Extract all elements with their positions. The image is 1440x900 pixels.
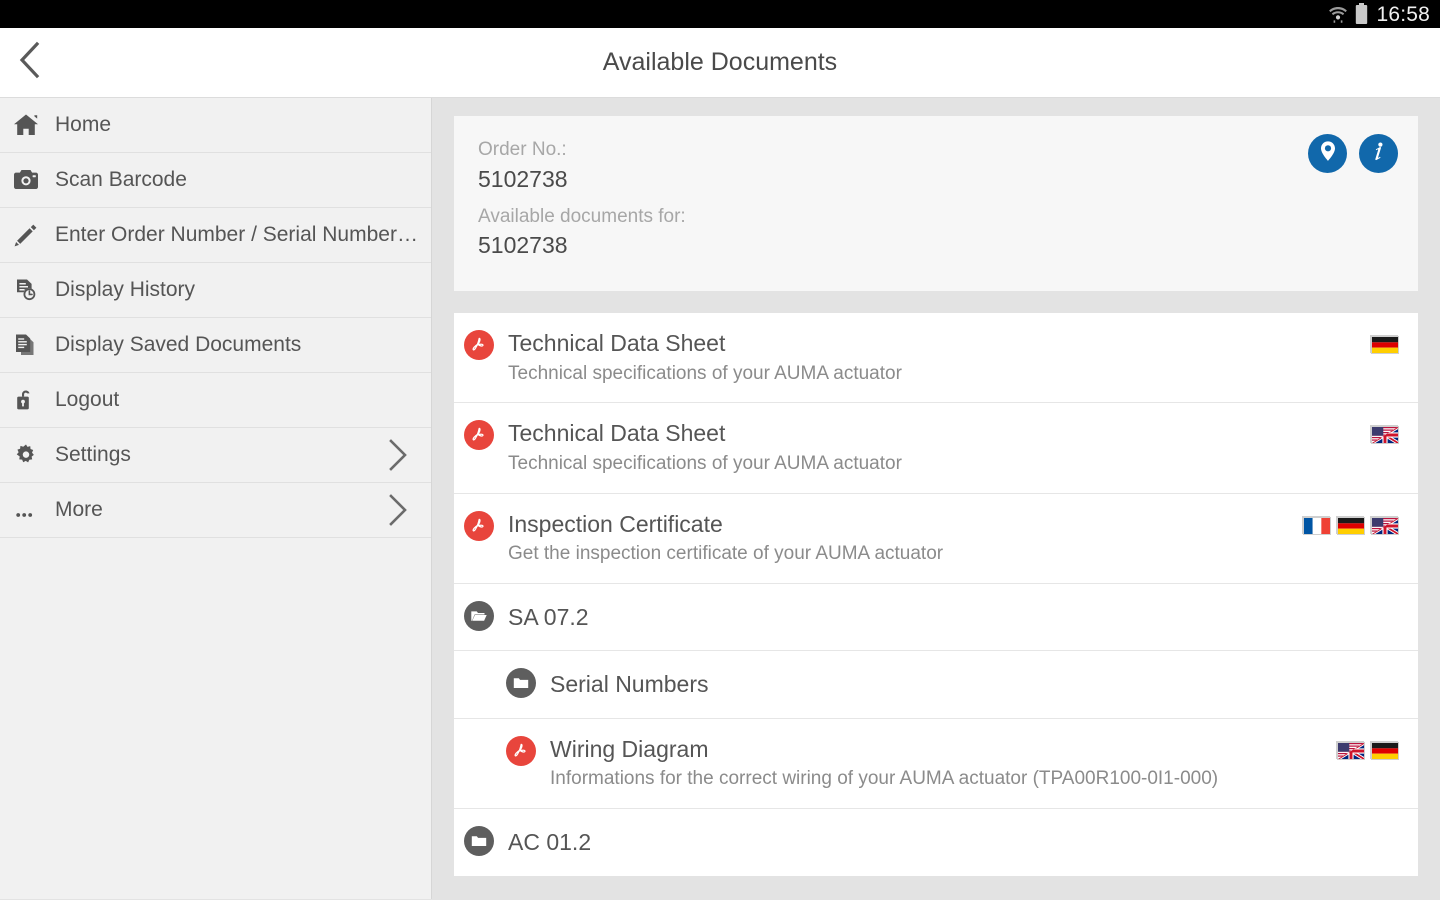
document-subtitle: Technical specifications of your AUMA ac… [508, 362, 902, 384]
document-text: Technical Data Sheet Technical specifica… [508, 419, 1358, 476]
flag-en-icon[interactable] [1370, 425, 1399, 445]
language-flags[interactable] [1370, 419, 1399, 445]
gear-icon [13, 443, 55, 467]
sidebar-item-label: Settings [55, 443, 131, 466]
document-row-wiring-diagram[interactable]: Wiring Diagram Informations for the corr… [454, 719, 1418, 809]
sidebar-item-display-saved-documents[interactable]: Display Saved Documents [0, 318, 431, 373]
document-title: Technical Data Sheet [508, 330, 726, 357]
folder-row-serial-numbers[interactable]: Serial Numbers [454, 651, 1418, 719]
flag-fr-icon[interactable] [1302, 515, 1331, 535]
folder-icon [464, 825, 508, 856]
sidebar-item-scan-barcode[interactable]: Scan Barcode [0, 153, 431, 208]
order-info-card: Order No.: 5102738 Available documents f… [454, 116, 1418, 292]
app-header: Available Documents [0, 28, 1440, 98]
document-text: Technical Data Sheet Technical specifica… [508, 329, 1358, 386]
info-button[interactable] [1359, 134, 1398, 173]
flag-en-icon[interactable] [1336, 740, 1365, 760]
pdf-icon [464, 419, 508, 451]
document-title: Technical Data Sheet [508, 420, 726, 447]
flag-de-icon[interactable] [1336, 515, 1365, 535]
folder-row-sa-07-2[interactable]: SA 07.2 [454, 584, 1418, 652]
sidebar: Home Scan Barcode Enter Order Number / S… [0, 98, 432, 899]
language-flags[interactable] [1302, 510, 1399, 535]
available-documents-value: 5102738 [478, 232, 568, 259]
location-pin-icon [1317, 139, 1339, 168]
chevron-right-icon [387, 493, 417, 527]
document-title: Serial Numbers [550, 671, 709, 698]
sidebar-item-label: Enter Order Number / Serial Number… [55, 223, 417, 246]
document-text: Serial Numbers [550, 667, 1398, 702]
document-clock-icon [13, 278, 55, 302]
document-title: Wiring Diagram [550, 735, 709, 762]
documents-stack-icon [13, 333, 55, 357]
order-no-label: Order No.: [478, 139, 567, 160]
document-text: SA 07.2 [508, 600, 1398, 635]
card-action-buttons [1308, 134, 1398, 173]
document-subtitle: Get the inspection certificate of your A… [508, 543, 944, 565]
pdf-icon [506, 735, 550, 766]
main-panel: Order No.: 5102738 Available documents f… [432, 98, 1440, 899]
sidebar-item-settings[interactable]: Settings [0, 428, 431, 483]
pdf-icon [464, 510, 508, 541]
back-button[interactable] [0, 28, 60, 98]
language-flags[interactable] [1336, 735, 1399, 760]
document-subtitle: Technical specifications of your AUMA ac… [508, 452, 902, 474]
document-row-inspection-certificate[interactable]: Inspection Certificate Get the inspectio… [454, 494, 1418, 584]
sidebar-item-label: Scan Barcode [55, 168, 187, 191]
chevron-left-icon [18, 41, 42, 84]
document-text: Inspection Certificate Get the inspectio… [508, 510, 1290, 567]
camera-icon [13, 168, 55, 192]
document-text: Wiring Diagram Informations for the corr… [550, 735, 1324, 792]
sidebar-item-logout[interactable]: Logout [0, 373, 431, 428]
location-button[interactable] [1308, 134, 1347, 173]
document-title: Inspection Certificate [508, 510, 723, 537]
available-documents-label: Available documents for: [478, 205, 686, 227]
sidebar-item-label: Display Saved Documents [55, 333, 302, 356]
folder-open-icon [464, 600, 508, 631]
document-row-technical-data-sheet-en[interactable]: Technical Data Sheet Technical specifica… [454, 403, 1418, 494]
folder-icon [506, 667, 550, 699]
flag-de-icon[interactable] [1370, 335, 1399, 355]
sidebar-item-label: Home [55, 113, 112, 136]
info-icon [1368, 139, 1390, 168]
sidebar-item-label: Display History [55, 278, 196, 301]
order-no-value: 5102738 [478, 165, 568, 192]
page-title: Available Documents [602, 48, 838, 76]
sidebar-item-label: Logout [55, 388, 120, 411]
sidebar-item-more[interactable]: More [0, 483, 431, 538]
pdf-icon [464, 329, 508, 361]
home-icon [13, 113, 55, 137]
sidebar-item-home[interactable]: Home [0, 98, 431, 153]
document-title: AC 01.2 [508, 829, 592, 855]
flag-de-icon[interactable] [1370, 740, 1399, 760]
language-flags[interactable] [1370, 329, 1399, 355]
content-area: Home Scan Barcode Enter Order Number / S… [0, 98, 1440, 899]
lock-open-icon [13, 388, 55, 412]
documents-list: Technical Data Sheet Technical specifica… [454, 313, 1418, 876]
sidebar-item-enter-order-number[interactable]: Enter Order Number / Serial Number… [0, 208, 431, 263]
document-subtitle: Informations for the correct wiring of y… [550, 768, 1219, 790]
folder-row-ac-01-2[interactable]: AC 01.2 [454, 809, 1418, 876]
sidebar-item-label: More [55, 498, 103, 521]
chevron-right-icon [387, 438, 417, 472]
pencil-icon [13, 223, 55, 247]
flag-en-icon[interactable] [1370, 515, 1399, 535]
document-row-technical-data-sheet-de[interactable]: Technical Data Sheet Technical specifica… [454, 313, 1418, 404]
document-title: SA 07.2 [508, 603, 589, 630]
status-bar: 16:58 [0, 0, 1440, 28]
sidebar-item-display-history[interactable]: Display History [0, 263, 431, 318]
battery-icon [1355, 3, 1368, 25]
ellipsis-icon [13, 498, 55, 522]
document-text: AC 01.2 [508, 825, 1398, 860]
wifi-icon [1329, 4, 1348, 24]
status-bar-clock: 16:58 [1376, 2, 1430, 26]
